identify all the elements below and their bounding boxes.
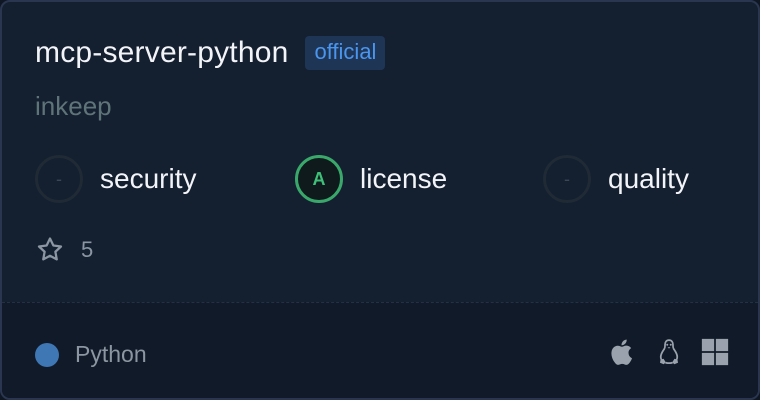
language-color-dot (35, 342, 59, 367)
score-row: - security A license - quality (35, 155, 735, 205)
license-score[interactable]: A license (295, 155, 447, 203)
star-icon (37, 237, 63, 261)
linux-icon (659, 339, 679, 365)
language-name: Python (75, 341, 147, 367)
server-title[interactable]: mcp-server-python (35, 36, 288, 70)
windows-icon (701, 338, 729, 366)
license-grade-circle: A (295, 155, 343, 203)
quality-score[interactable]: - quality (543, 155, 689, 203)
apple-icon (611, 339, 632, 365)
security-grade-circle: - (35, 155, 83, 203)
star-count: 5 (81, 237, 94, 262)
server-card[interactable]: mcp-server-python official inkeep - secu… (0, 0, 760, 400)
quality-grade-circle: - (543, 155, 591, 203)
security-label: security (100, 163, 197, 194)
title-row: mcp-server-python official (35, 36, 386, 70)
quality-label: quality (608, 163, 689, 194)
official-badge: official (305, 36, 386, 70)
author-name[interactable]: inkeep (35, 91, 112, 122)
license-label: license (360, 163, 448, 194)
platform-icons (592, 337, 730, 367)
security-score[interactable]: - security (35, 155, 196, 203)
language-indicator: Python (35, 341, 147, 368)
card-footer: Python (2, 302, 758, 398)
stars[interactable]: 5 (35, 235, 93, 265)
